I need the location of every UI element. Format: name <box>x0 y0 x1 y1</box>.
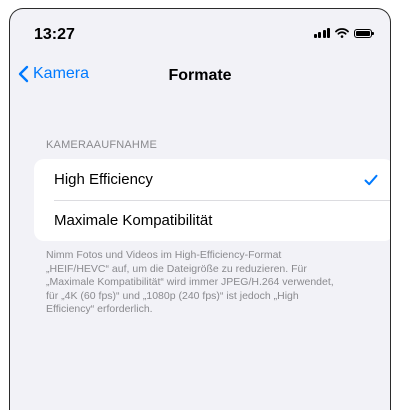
option-high-efficiency[interactable]: High Efficiency <box>34 159 390 200</box>
status-bar: 13:27 <box>10 9 390 53</box>
cellular-signal-icon <box>313 28 330 38</box>
wifi-icon <box>335 28 349 38</box>
option-label: Maximale Kompatibilität <box>54 212 213 229</box>
navigation-bar: Kamera Formate <box>10 61 390 91</box>
section-header: KAMERAAUFNAHME <box>46 139 157 151</box>
status-time: 13:27 <box>34 26 75 43</box>
format-options-group: High Efficiency Maximale Kompatibilität <box>34 159 390 241</box>
battery-icon <box>354 29 374 38</box>
status-icons <box>313 28 374 38</box>
option-maximale-kompatibilitaet[interactable]: Maximale Kompatibilität <box>34 200 390 241</box>
phone-screen: 13:27 Kamera Formate KAMERAAUFNAHME High… <box>9 8 391 410</box>
page-title: Formate <box>168 67 232 84</box>
section-footer-note: Nimm Fotos und Videos im High-Efficiency… <box>46 249 334 315</box>
checkmark-icon <box>364 174 378 185</box>
option-label: High Efficiency <box>54 171 153 188</box>
